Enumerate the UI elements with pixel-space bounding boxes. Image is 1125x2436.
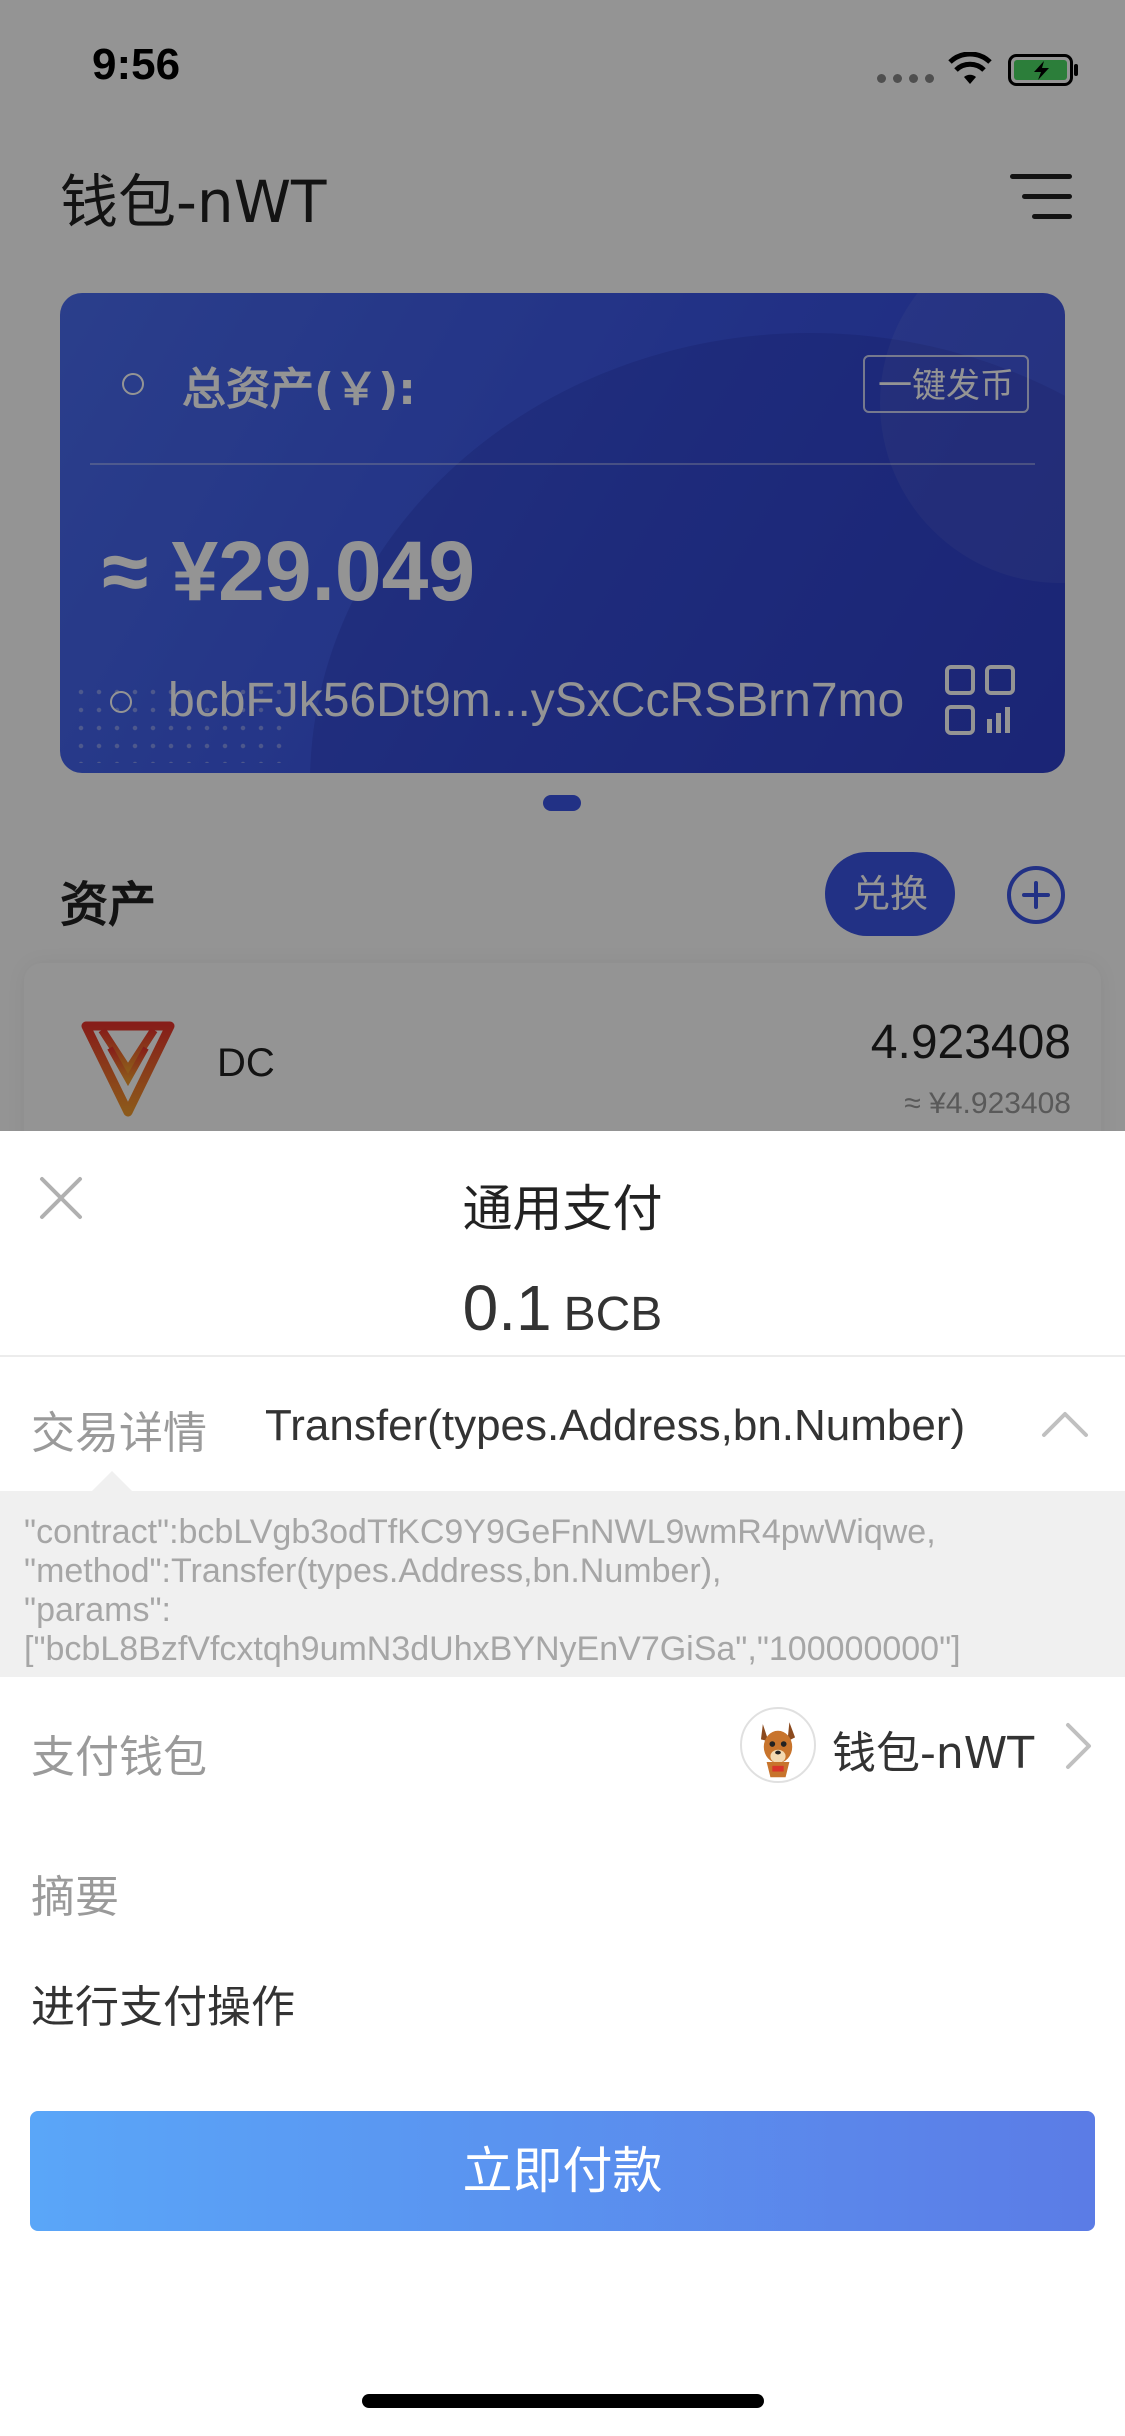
wallet-avatar-icon: [740, 1707, 816, 1783]
transaction-detail-label: 交易详情: [31, 1408, 207, 1459]
modal-backdrop[interactable]: [0, 0, 1125, 1131]
transaction-detail-toggle[interactable]: 交易详情 Transfer(types.Address,bn.Number): [0, 1357, 1125, 1491]
chevron-right-icon: [1066, 1723, 1091, 1769]
payment-wallet-name: 钱包-nWT: [832, 1728, 1035, 1779]
payment-amount: 0.1 BCB: [0, 1271, 1125, 1345]
detail-line: "contract":bcbLVgb3odTfKC9Y9GeFnNWL9wmR4…: [24, 1513, 936, 1551]
detail-pointer: [92, 1471, 132, 1491]
transaction-detail-box: "contract":bcbLVgb3odTfKC9Y9GeFnNWL9wmR4…: [0, 1491, 1125, 1677]
detail-line: "params":: [24, 1591, 171, 1629]
payment-wallet-label: 支付钱包: [31, 1732, 207, 1783]
pay-now-button[interactable]: 立即付款: [30, 2111, 1095, 2231]
payment-amount-value: 0.1: [462, 1272, 552, 1344]
chevron-up-icon[interactable]: [1040, 1409, 1090, 1439]
memo-text: 进行支付操作: [31, 1982, 295, 2033]
detail-line: "method":Transfer(types.Address,bn.Numbe…: [24, 1552, 722, 1590]
home-indicator: [362, 2394, 764, 2408]
sheet-title: 通用支付: [462, 1180, 663, 1238]
payment-sheet: 通用支付 0.1 BCB 交易详情 Transfer(types.Address,…: [0, 1131, 1125, 2436]
detail-line: ["bcbL8BzfVfcxtqh9umN3dUhxBYNyEnV7GiSa",…: [24, 1630, 961, 1668]
memo-label: 摘要: [31, 1872, 119, 1923]
payment-currency: BCB: [563, 1288, 663, 1341]
transaction-method: Transfer(types.Address,bn.Number): [265, 1401, 966, 1450]
payment-wallet-selector[interactable]: 支付钱包 钱包-nWT: [0, 1677, 1125, 1813]
